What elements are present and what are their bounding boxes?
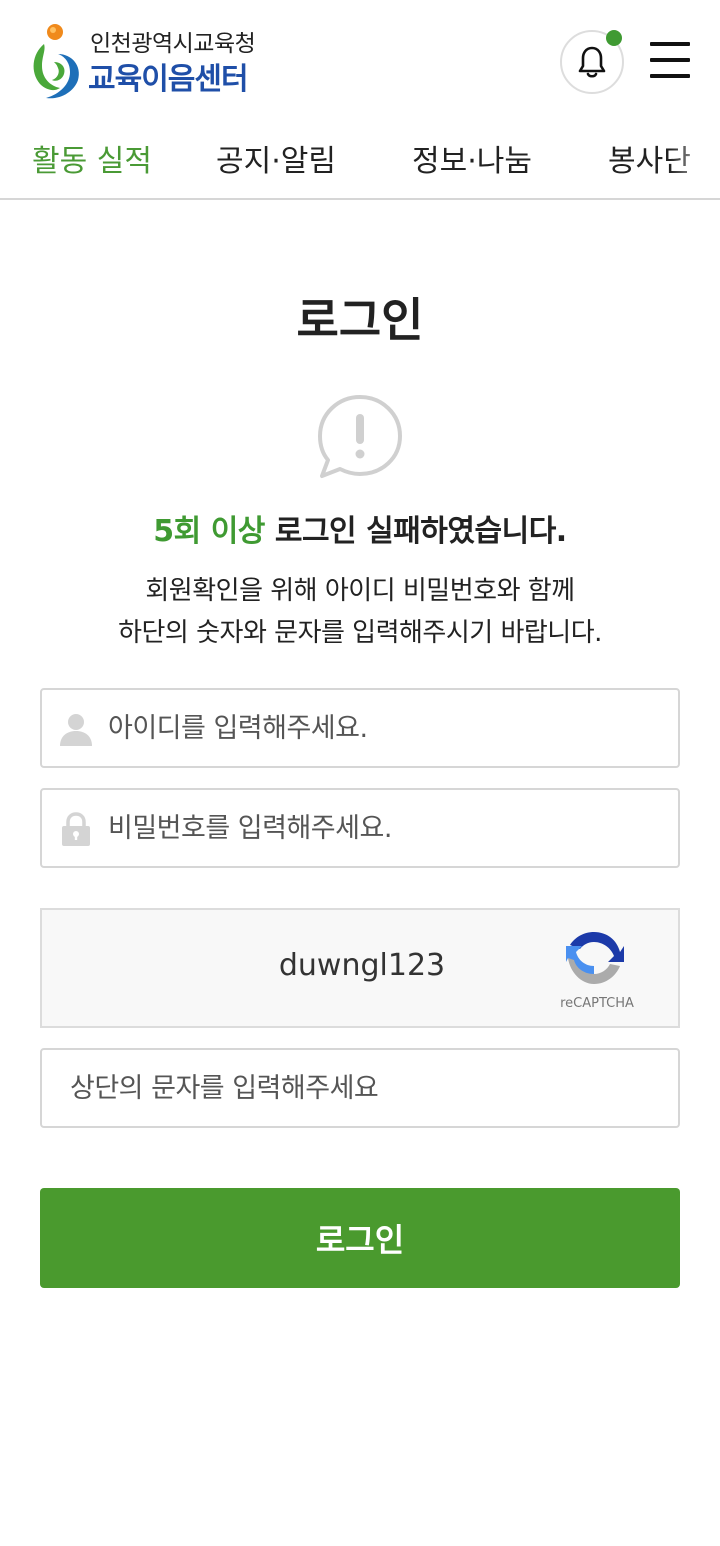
nav-item-info[interactable]: 정보·나눔 [412, 136, 532, 180]
user-icon [60, 714, 92, 746]
speech-bubble-exclamation-icon [318, 395, 402, 478]
menu-bar-icon [650, 74, 690, 78]
nav-item-activity[interactable]: 활동 실적 [32, 136, 152, 180]
user-id-input[interactable] [108, 690, 668, 766]
nav-item-notice[interactable]: 공지·알림 [216, 136, 336, 180]
password-field[interactable] [40, 788, 680, 868]
logo-org-name: 인천광역시교육청 [90, 31, 256, 57]
logo-emblem-icon [33, 24, 79, 99]
login-fail-message: 5회 이상 로그인 실패하였습니다. [0, 506, 720, 550]
menu-bar-icon [650, 58, 690, 62]
nav-scroll-fade [670, 120, 720, 198]
notification-button[interactable] [560, 30, 624, 94]
recaptcha-label: reCAPTCHA [560, 996, 634, 1011]
page-title: 로그인 [296, 293, 424, 347]
notification-dot [606, 30, 622, 46]
captcha-box: duwngl123 reCAPTCHA [40, 908, 680, 1028]
site-logo[interactable]: 인천광역시교육청 교육이음센터 [30, 22, 280, 102]
site-header: 인천광역시교육청 교육이음센터 [0, 0, 720, 120]
logo-center-name: 교육이음센터 [88, 62, 249, 97]
main-nav: 활동 실적 공지·알림 정보·나눔 봉사단 [0, 120, 720, 200]
bell-icon [578, 46, 606, 78]
description-line-1: 회원확인을 위해 아이디 비밀번호와 함께 [145, 576, 575, 606]
menu-bar-icon [650, 42, 690, 46]
captcha-input[interactable] [70, 1050, 660, 1126]
password-input[interactable] [108, 790, 668, 866]
captcha-input-field[interactable] [40, 1048, 680, 1128]
hamburger-menu-button[interactable] [648, 40, 692, 80]
login-button[interactable]: 로그인 [40, 1188, 680, 1288]
lock-icon [62, 812, 90, 846]
description-line-2: 하단의 숫자와 문자를 입력해주시기 바랍니다. [118, 618, 602, 648]
fail-count-highlight: 5회 이상 [153, 514, 265, 549]
recaptcha-logo-icon [566, 932, 624, 984]
user-id-field[interactable] [40, 688, 680, 768]
verification-description: 회원확인을 위해 아이디 비밀번호와 함께 하단의 숫자와 문자를 입력해주시기… [0, 570, 720, 654]
fail-message-text: 로그인 실패하였습니다. [264, 514, 567, 549]
